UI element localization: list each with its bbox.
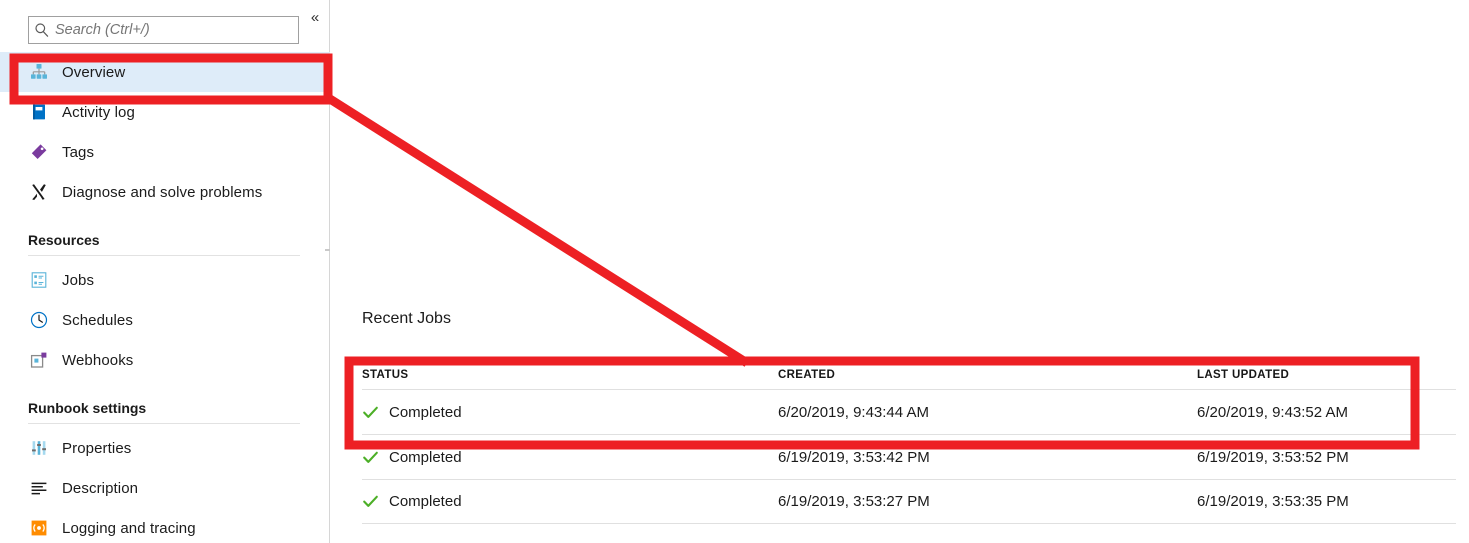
sidebar-item-label: Description [62,479,139,497]
sidebar-item-properties[interactable]: Properties [0,428,330,468]
sidebar-resize-handle[interactable] [325,249,330,251]
clock-icon [28,309,50,331]
group-divider [28,255,300,256]
cell-created: 6/19/2019, 3:53:27 PM [778,493,930,510]
main-content-area: Recent Jobs STATUS CREATED LAST UPDATED … [331,0,1469,543]
left-navigation-sidebar: « Overview [0,0,330,543]
sidebar-item-label: Logging and tracing [62,519,196,537]
sidebar-item-webhooks[interactable]: Webhooks [0,340,330,380]
table-header-row: STATUS CREATED LAST UPDATED [362,361,1456,389]
jobs-list-icon [28,269,50,291]
cell-created: 6/19/2019, 3:53:42 PM [778,448,930,466]
sidebar-item-schedules[interactable]: Schedules [0,300,330,340]
table-row[interactable]: Completed 6/20/2019, 9:43:44 AM 6/20/201… [362,389,1456,434]
column-header-last-updated[interactable]: LAST UPDATED [1197,369,1456,381]
cell-last-updated: 6/20/2019, 9:43:52 AM [1197,403,1348,421]
sidebar-item-label: Schedules [62,311,133,329]
cell-status: Completed [362,449,778,466]
sidebar-search-row: « [0,0,330,52]
status-text: Completed [389,403,462,421]
column-header-created[interactable]: CREATED [778,369,1197,381]
sidebar-item-diagnose-and-solve-problems[interactable]: Diagnose and solve problems [0,172,330,212]
sliders-icon [28,437,50,459]
search-icon [29,17,55,43]
overview-hierarchy-icon [28,61,50,83]
collapse-sidebar-icon[interactable]: « [305,7,325,27]
table-row[interactable]: Completed 6/19/2019, 3:53:42 PM 6/19/201… [362,434,1456,479]
sidebar-group-resources: Resources [0,212,330,256]
tag-icon [28,141,50,163]
search-box[interactable] [28,16,299,44]
sidebar-item-activity-log[interactable]: Activity log [0,92,330,132]
sidebar-group-title: Resources [28,232,100,248]
recent-jobs-table: STATUS CREATED LAST UPDATED Completed 6/… [362,361,1456,524]
sidebar-item-overview[interactable]: Overview [0,52,330,92]
group-divider [28,423,300,424]
sidebar-group-title: Runbook settings [28,400,147,416]
azure-portal-runbook-overview-screenshot: « Overview [0,0,1469,543]
activity-log-book-icon [28,101,50,123]
sidebar-item-jobs[interactable]: Jobs [0,260,330,300]
sidebar-item-label: Activity log [62,103,135,121]
sidebar-item-description[interactable]: Description [0,468,330,508]
sidebar-item-label: Jobs [62,271,95,289]
sidebar-item-label: Properties [62,439,132,457]
column-header-status[interactable]: STATUS [362,369,778,381]
sidebar-nav-list: Overview Activity log Tags Diagnose and … [0,52,330,543]
sidebar-item-logging-and-tracing[interactable]: Logging and tracing [0,508,330,543]
cell-created: 6/20/2019, 9:43:44 AM [778,403,929,421]
table-row[interactable]: Completed 6/19/2019, 3:53:27 PM 6/19/201… [362,479,1456,524]
webhooks-icon [28,349,50,371]
sidebar-item-label: Tags [62,143,95,161]
sidebar-item-label: Webhooks [62,351,134,369]
search-input[interactable] [55,22,285,38]
cell-last-updated: 6/19/2019, 3:53:52 PM [1197,448,1349,466]
green-check-icon [362,493,379,510]
green-check-icon [362,449,379,466]
wrench-screwdriver-icon [28,181,50,203]
sidebar-item-tags[interactable]: Tags [0,132,330,172]
cell-status: Completed [362,404,778,421]
status-text: Completed [389,448,462,466]
cell-last-updated: 6/19/2019, 3:53:35 PM [1197,493,1349,510]
green-check-icon [362,404,379,421]
logging-tracing-icon [28,517,50,539]
sidebar-item-label: Overview [62,63,126,81]
sidebar-item-label: Diagnose and solve problems [62,183,263,201]
recent-jobs-title: Recent Jobs [362,310,451,327]
text-lines-icon [28,477,50,499]
cell-status: Completed [362,493,778,510]
status-text: Completed [389,493,462,510]
sidebar-group-runbook-settings: Runbook settings [0,380,330,424]
